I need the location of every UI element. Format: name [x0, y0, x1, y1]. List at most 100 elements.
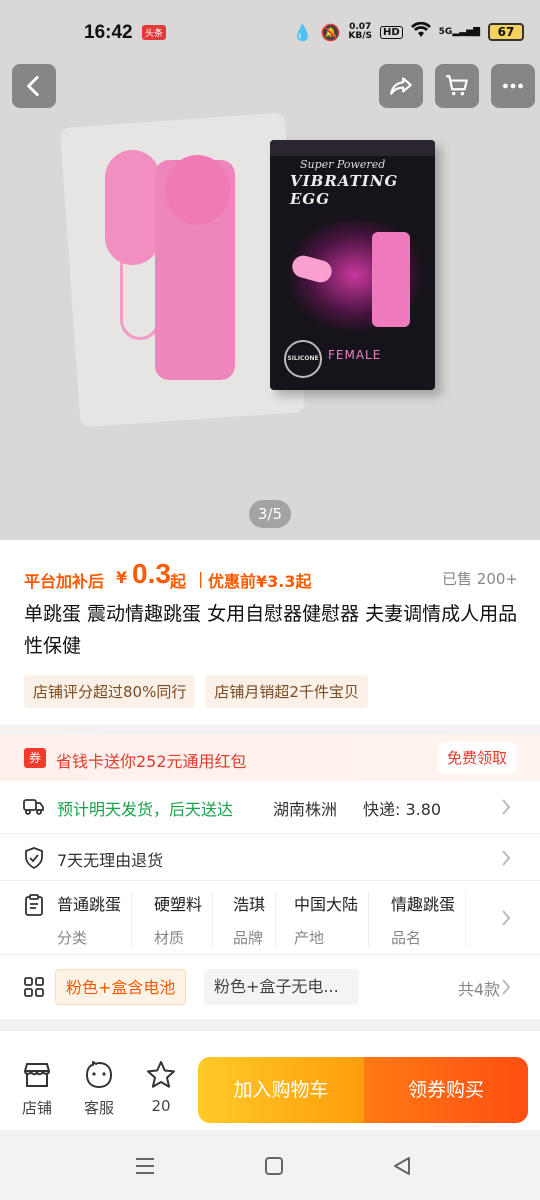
attribute-item: 硬塑料 材质: [154, 891, 214, 947]
returns-row[interactable]: 7天无理由退货: [0, 833, 540, 879]
store-button[interactable]: 店铺: [12, 1059, 62, 1118]
network-type: 5G: [438, 27, 453, 37]
box-brand-title: VIBRATING EGG: [290, 172, 399, 208]
share-button[interactable]: [379, 64, 423, 108]
attribute-value: 浩琪: [233, 895, 266, 914]
customer-service-button[interactable]: 客服: [74, 1059, 124, 1118]
price-row: 平台加补后 ¥ 0.3 起 | 优惠前¥3.3起 已售 200+: [24, 558, 518, 591]
grid-icon: [24, 977, 44, 997]
battery-icon: 67: [488, 23, 524, 41]
more-dots-icon: [503, 83, 523, 89]
attribute-value: 硬塑料: [154, 895, 203, 914]
cart-icon: [446, 75, 468, 96]
store-icon: [24, 1063, 50, 1087]
box-female-label: FEMALE: [328, 348, 382, 362]
coupon-banner[interactable]: 券 省钱卡送你252元通用红包 免费领取: [0, 735, 540, 781]
chevron-right-icon: [502, 799, 511, 815]
system-nav-bar: [0, 1130, 540, 1200]
product-dial-image: [165, 155, 230, 225]
sku-option-selected[interactable]: 粉色+盒含电池: [55, 969, 187, 1005]
red-packet-icon: 券: [24, 748, 46, 768]
express-fee: 快递: 3.80: [363, 800, 442, 819]
net-speed-unit: KB/S: [348, 31, 372, 41]
service-label: 客服: [83, 1099, 114, 1117]
price-suffix: 起: [170, 572, 187, 591]
ship-origin: 湖南株洲: [273, 800, 338, 819]
chevron-left-icon: [27, 75, 39, 97]
chevron-right-icon: [502, 850, 511, 866]
status-bar: 16:42 头条 💧 🔕 0.07 KB/S HD 5G▂▃▅▇ 67: [0, 0, 540, 66]
net-speed: 0.07 KB/S: [348, 23, 372, 41]
product-cord-image: [120, 260, 160, 340]
mute-icon: 🔕: [320, 22, 341, 42]
product-egg-image: [105, 150, 160, 265]
hd-icon: HD: [379, 25, 403, 39]
clipboard-icon: [25, 894, 43, 916]
menu-icon[interactable]: [133, 1154, 157, 1178]
price-label: 平台加补后: [24, 572, 105, 591]
attribute-key: 材质: [154, 929, 185, 947]
sku-count: 共4款: [457, 980, 500, 999]
cart-button[interactable]: [435, 64, 479, 108]
chevron-right-icon: [502, 910, 511, 926]
attribute-value: 中国大陆: [294, 895, 359, 914]
shop-tag[interactable]: 店铺月销超2千件宝贝: [205, 675, 368, 708]
product-box-image: Super Powered VIBRATING EGG SILICONE FEM…: [270, 140, 435, 390]
product-image-gallery[interactable]: Super Powered VIBRATING EGG SILICONE FEM…: [0, 0, 540, 540]
attribute-key: 分类: [57, 929, 88, 947]
attribute-item: 情趣跳蛋 品名: [391, 891, 467, 947]
delivery-promise: 预计明天发货，后天送达: [57, 800, 234, 819]
shield-check-icon: [25, 847, 43, 870]
image-counter: 3/5: [249, 500, 291, 528]
status-icons: 💧 🔕 0.07 KB/S HD 5G▂▃▅▇ 67: [292, 21, 524, 42]
chevron-right-icon: [502, 979, 511, 995]
bottom-action-bar: 店铺 客服 20 加入购物车 领券购买: [0, 1030, 540, 1130]
sku-option[interactable]: 粉色+盒子无电...: [204, 969, 359, 1005]
home-icon[interactable]: [262, 1154, 286, 1178]
attribute-item: 中国大陆 产地: [294, 891, 370, 947]
star-icon: [147, 1061, 175, 1088]
coupon-text: 省钱卡送你252元通用红包: [56, 752, 247, 771]
price-currency: ¥: [116, 568, 128, 587]
attribute-key: 品名: [391, 929, 422, 947]
toutiao-badge: 头条: [142, 25, 167, 40]
favorite-button[interactable]: 20: [136, 1059, 186, 1115]
signal-icon: 5G▂▃▅▇: [438, 27, 480, 37]
back-button[interactable]: [12, 64, 56, 108]
price-value: 0.3: [132, 558, 171, 589]
back-triangle-icon[interactable]: [390, 1154, 414, 1178]
attribute-item: 普通跳蛋 分类: [57, 891, 133, 947]
attribute-key: 品牌: [233, 929, 264, 947]
returns-text: 7天无理由退货: [57, 851, 164, 870]
original-price: 优惠前¥3.3起: [208, 572, 312, 591]
buy-with-coupon-button[interactable]: 领券购买: [364, 1057, 528, 1123]
add-to-cart-button[interactable]: 加入购物车: [198, 1057, 364, 1123]
attribute-value: 普通跳蛋: [57, 895, 122, 914]
product-details: 预计明天发货，后天送达 湖南株洲 快递: 3.80 7天无理由退货 普通跳蛋 分…: [0, 781, 540, 1019]
shop-tags: 店铺评分超过80%同行 店铺月销超2千件宝贝: [24, 675, 368, 708]
box-controller-illustration: [372, 232, 410, 327]
box-silicone-seal: SILICONE: [284, 340, 322, 378]
product-title[interactable]: 单跳蛋 震动情趣跳蛋 女用自慰器健慰器 夫妻调情成人用品性保健: [24, 598, 518, 662]
sku-row[interactable]: 粉色+盒含电池 粉色+盒子无电... 共4款: [0, 954, 540, 1018]
attribute-key: 产地: [294, 929, 325, 947]
more-button[interactable]: [491, 64, 535, 108]
attributes-row[interactable]: 普通跳蛋 分类 硬塑料 材质 浩琪 品牌 中国大陆 产地 情趣跳蛋 品名: [0, 880, 540, 954]
attribute-item: 浩琪 品牌: [233, 891, 277, 947]
share-icon: [390, 77, 412, 95]
shipping-row[interactable]: 预计明天发货，后天送达 湖南株洲 快递: 3.80: [0, 781, 540, 831]
attribute-value: 情趣跳蛋: [391, 895, 456, 914]
sold-count: 已售 200+: [442, 570, 518, 588]
box-brand-subtitle: Super Powered: [300, 158, 386, 171]
drop-icon: 💧: [292, 22, 313, 42]
store-label: 店铺: [21, 1099, 52, 1117]
shop-tag[interactable]: 店铺评分超过80%同行: [24, 675, 196, 708]
favorite-count: 20: [151, 1097, 171, 1115]
claim-coupon-button[interactable]: 免费领取: [437, 742, 516, 774]
product-info-card: 平台加补后 ¥ 0.3 起 | 优惠前¥3.3起 已售 200+ 单跳蛋 震动情…: [0, 540, 540, 725]
chat-face-icon: [86, 1061, 112, 1088]
wifi-icon: [410, 21, 431, 42]
price-separator: |: [198, 569, 204, 588]
status-time: 16:42: [84, 22, 133, 43]
truck-icon: [23, 799, 44, 815]
